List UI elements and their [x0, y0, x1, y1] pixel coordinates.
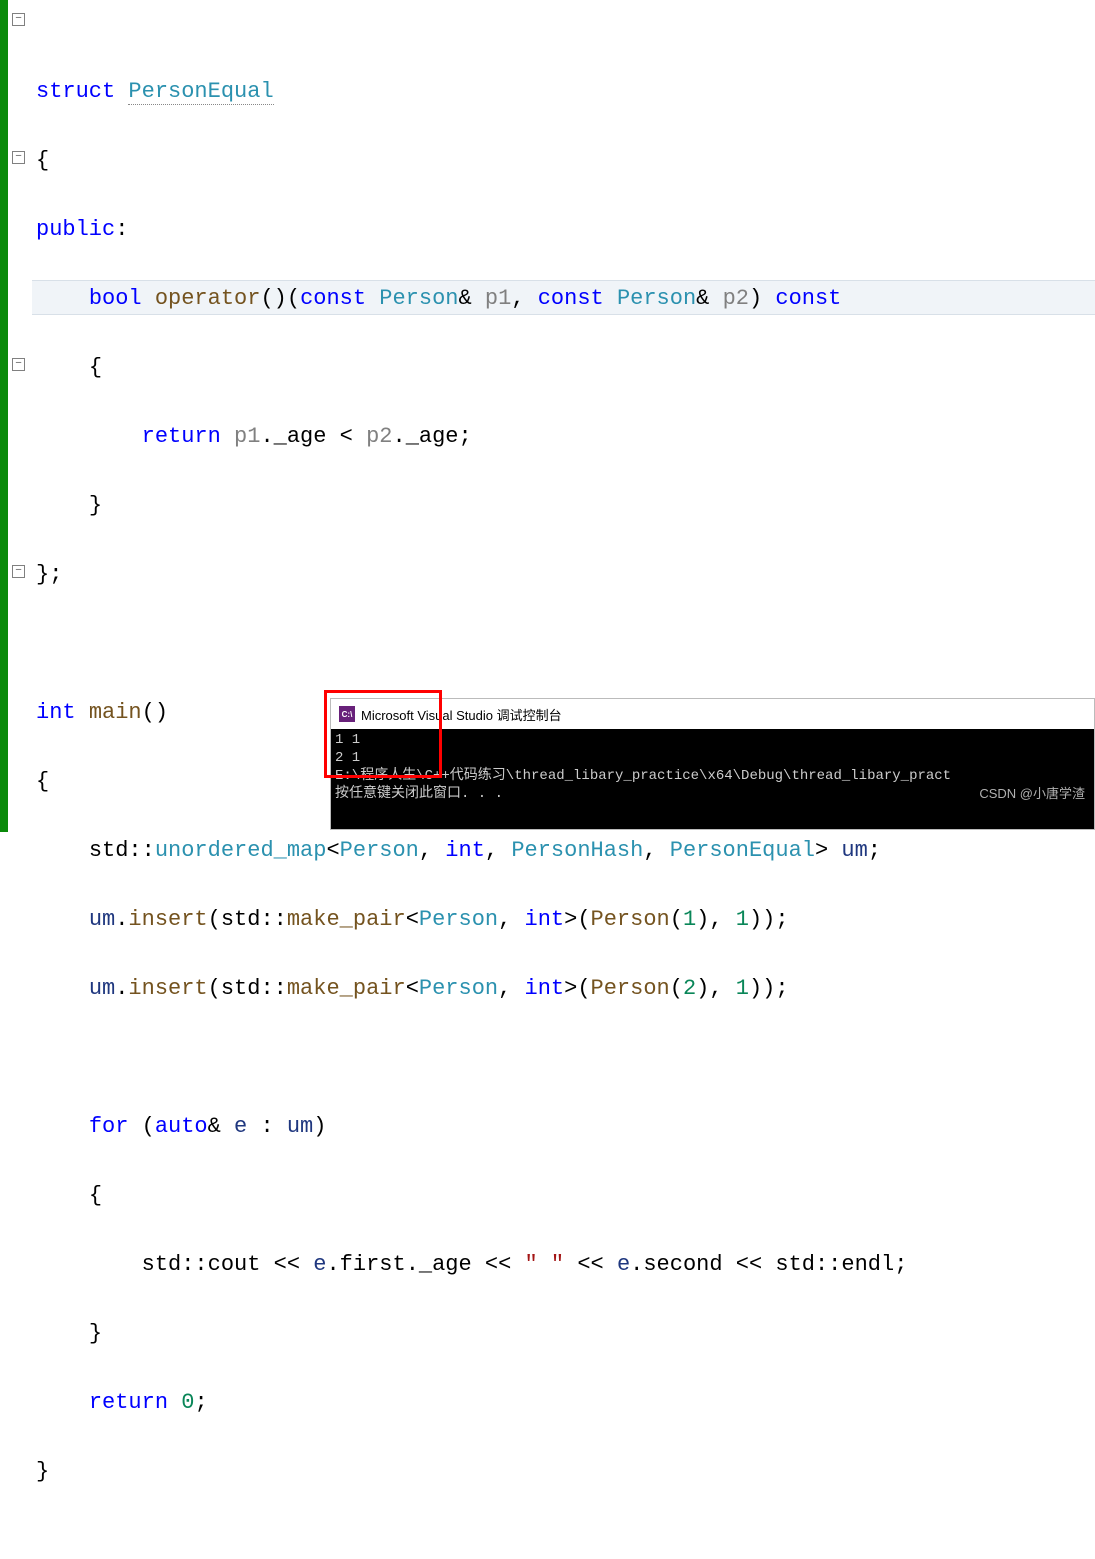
- code-line[interactable]: {: [36, 144, 1095, 179]
- console-line: E:\程序人生\C++代码练习\thread_libary_practice\x…: [335, 767, 1090, 785]
- code-line[interactable]: return 0;: [36, 1386, 1095, 1421]
- code-line[interactable]: bool operator()(const Person& p1, const …: [36, 282, 1095, 317]
- code-line[interactable]: }: [36, 1317, 1095, 1352]
- console-icon: C:\: [339, 706, 355, 722]
- console-line: 2 1: [335, 749, 1090, 767]
- console-output[interactable]: 1 1 2 1 E:\程序人生\C++代码练习\thread_libary_pr…: [331, 729, 1094, 829]
- fold-toggle-main[interactable]: −: [12, 358, 25, 371]
- code-line[interactable]: };: [36, 558, 1095, 593]
- code-line[interactable]: um.insert(std::make_pair<Person, int>(Pe…: [36, 972, 1095, 1007]
- console-line: 1 1: [335, 731, 1090, 749]
- code-line[interactable]: [36, 1041, 1095, 1076]
- fold-toggle-operator[interactable]: −: [12, 151, 25, 164]
- fold-toggle-for[interactable]: −: [12, 565, 25, 578]
- console-title: Microsoft Visual Studio 调试控制台: [361, 705, 562, 724]
- code-line[interactable]: }: [36, 489, 1095, 524]
- console-titlebar[interactable]: C:\ Microsoft Visual Studio 调试控制台: [331, 699, 1094, 729]
- code-line[interactable]: std::cout << e.first._age << " " << e.se…: [36, 1248, 1095, 1283]
- code-line[interactable]: public:: [36, 213, 1095, 248]
- code-line[interactable]: return p1._age < p2._age;: [36, 420, 1095, 455]
- console-line: 按任意键关闭此窗口. . .: [335, 785, 1090, 803]
- code-line[interactable]: struct PersonEqual: [36, 75, 1095, 110]
- code-line[interactable]: for (auto& e : um): [36, 1110, 1095, 1145]
- fold-toggle-struct[interactable]: −: [12, 13, 25, 26]
- code-line[interactable]: {: [36, 1179, 1095, 1214]
- code-line[interactable]: std::unordered_map<Person, int, PersonHa…: [36, 834, 1095, 869]
- code-line[interactable]: {: [36, 351, 1095, 386]
- debug-console-window[interactable]: C:\ Microsoft Visual Studio 调试控制台 1 1 2 …: [330, 698, 1095, 830]
- code-line[interactable]: }: [36, 1455, 1095, 1490]
- code-line[interactable]: um.insert(std::make_pair<Person, int>(Pe…: [36, 903, 1095, 938]
- type-name: PersonEqual: [128, 79, 273, 105]
- watermark: CSDN @小唐学渣: [979, 783, 1085, 802]
- fold-gutter: − − − −: [8, 0, 32, 832]
- change-indicator-bar: [0, 0, 8, 832]
- code-line[interactable]: [36, 627, 1095, 662]
